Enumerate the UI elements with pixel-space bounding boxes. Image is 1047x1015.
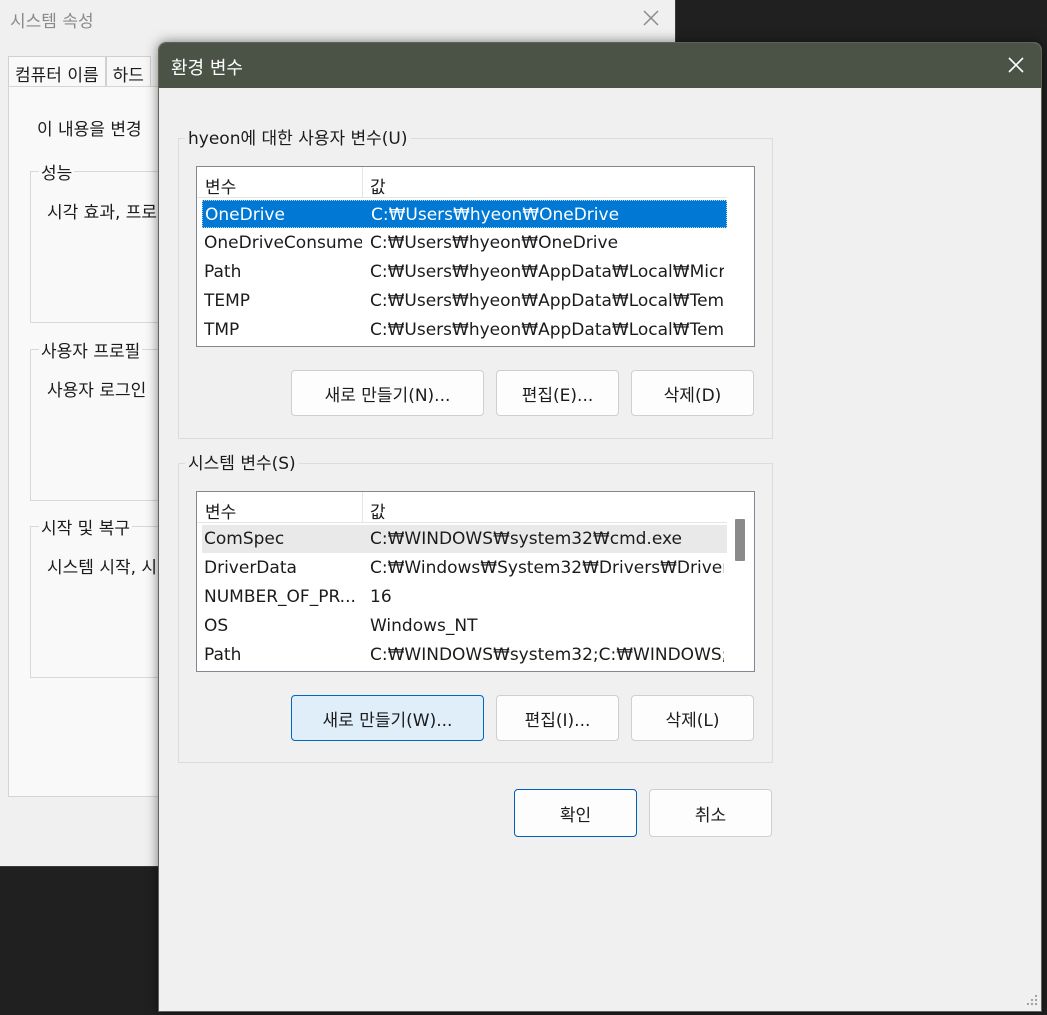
title-bar[interactable]: 환경 변수: [159, 43, 1041, 88]
user-new-button[interactable]: 새로 만들기(N)...: [291, 370, 484, 416]
group-legend: 사용자 프로필: [39, 337, 143, 362]
scrollbar-thumb[interactable]: [735, 519, 745, 561]
group-legend: 성능: [39, 159, 75, 184]
system-variables-section: 시스템 변수(S) 변수 값 ComSpec C:₩WINDOWS₩system…: [178, 454, 773, 763]
variable-name: NUMBER_OF_PR...: [204, 587, 356, 607]
user-variables-section: hyeon에 대한 사용자 변수(U) 변수 값 OneDrive C:₩Use…: [178, 129, 773, 439]
group-description: 시각 효과, 프로: [47, 203, 158, 223]
list-item[interactable]: Path C:₩WINDOWS₩system32;C:₩WINDOWS;...: [202, 641, 727, 669]
variable-value: 16: [370, 587, 392, 607]
variable-value: C:₩Users₩hyeon₩AppData₩Local₩Micro...: [370, 262, 724, 282]
group-description: 사용자 로그인: [47, 381, 147, 401]
variable-value: C:₩Windows₩System32₩Drivers₩Driver...: [370, 558, 724, 578]
system-variables-list[interactable]: 변수 값 ComSpec C:₩WINDOWS₩system32₩cmd.exe…: [196, 491, 755, 672]
variable-value: C:₩Users₩hyeon₩AppData₩Local₩Temp: [370, 291, 724, 311]
column-header-variable[interactable]: 변수: [205, 173, 236, 198]
user-delete-button[interactable]: 삭제(D): [631, 370, 754, 416]
environment-variables-dialog: 환경 변수 hyeon에 대한 사용자 변수(U) 변수 값 OneDrive …: [158, 42, 1042, 1012]
list-item[interactable]: TMP C:₩Users₩hyeon₩AppData₩Local₩Temp: [202, 316, 727, 344]
dialog-title: 환경 변수: [171, 58, 243, 79]
variable-name: DriverData: [204, 558, 297, 578]
list-item[interactable]: TEMP C:₩Users₩hyeon₩AppData₩Local₩Temp: [202, 287, 727, 315]
variable-name: OneDriveConsumer: [204, 233, 362, 253]
group-description: 시스템 시작, 시: [47, 558, 158, 578]
variable-value: C:₩WINDOWS₩system32;C:₩WINDOWS;...: [370, 645, 724, 665]
tab-strip: 컴퓨터 이름 하드: [8, 56, 151, 87]
list-item[interactable]: NUMBER_OF_PR... 16: [202, 583, 727, 611]
system-delete-button[interactable]: 삭제(L): [631, 695, 754, 741]
system-variables-caption: 시스템 변수(S): [185, 454, 299, 474]
list-item[interactable]: Path C:₩Users₩hyeon₩AppData₩Local₩Micro.…: [202, 258, 727, 286]
tab-computer-name[interactable]: 컴퓨터 이름: [8, 56, 106, 87]
window-title: 시스템 속성: [10, 12, 94, 32]
column-header-value[interactable]: 값: [370, 173, 386, 198]
list-item[interactable]: OneDrive C:₩Users₩hyeon₩OneDrive: [202, 200, 727, 228]
column-header-value[interactable]: 값: [370, 498, 386, 523]
intro-text: 이 내용을 변경: [37, 120, 142, 140]
column-header-variable[interactable]: 변수: [205, 498, 236, 523]
list-item[interactable]: ComSpec C:₩WINDOWS₩system32₩cmd.exe: [202, 525, 727, 553]
user-edit-button[interactable]: 편집(E)...: [496, 370, 619, 416]
cancel-button[interactable]: 취소: [649, 789, 772, 837]
variable-value: C:₩Users₩hyeon₩OneDrive: [370, 233, 619, 253]
ok-button[interactable]: 확인: [514, 789, 637, 837]
column-separator[interactable]: [362, 167, 363, 197]
tab-hardware[interactable]: 하드: [105, 56, 151, 87]
list-item[interactable]: OS Windows_NT: [202, 612, 727, 640]
system-edit-button[interactable]: 편집(I)...: [496, 695, 619, 741]
variable-value: C:₩Users₩hyeon₩AppData₩Local₩Temp: [370, 320, 724, 340]
scrollbar[interactable]: [728, 492, 753, 671]
variable-name: ComSpec: [204, 529, 285, 549]
close-icon[interactable]: [1006, 55, 1026, 75]
variable-name: TEMP: [204, 291, 251, 311]
close-icon[interactable]: [641, 8, 661, 28]
list-header: 변수 값: [197, 167, 727, 198]
variable-name: OneDrive: [205, 205, 285, 225]
list-header: 변수 값: [197, 492, 727, 523]
user-variables-caption: hyeon에 대한 사용자 변수(U): [185, 129, 411, 149]
group-legend: 시작 및 복구: [39, 514, 133, 539]
variable-name: OS: [204, 616, 229, 636]
variable-value: C:₩Users₩hyeon₩OneDrive: [371, 205, 620, 225]
variable-name: TMP: [204, 320, 240, 340]
list-item[interactable]: DriverData C:₩Windows₩System32₩Drivers₩D…: [202, 554, 727, 582]
user-variables-list[interactable]: 변수 값 OneDrive C:₩Users₩hyeon₩OneDrive On…: [196, 166, 755, 347]
variable-value: Windows_NT: [370, 616, 478, 636]
scrollbar[interactable]: [728, 167, 753, 346]
resize-grip-icon[interactable]: [1025, 993, 1039, 1007]
list-item[interactable]: OneDriveConsumer C:₩Users₩hyeon₩OneDrive: [202, 229, 727, 257]
variable-value: C:₩WINDOWS₩system32₩cmd.exe: [370, 529, 682, 549]
column-separator[interactable]: [362, 492, 363, 522]
variable-name: Path: [204, 645, 242, 665]
variable-name: Path: [204, 262, 242, 282]
system-new-button[interactable]: 새로 만들기(W)...: [291, 695, 484, 741]
